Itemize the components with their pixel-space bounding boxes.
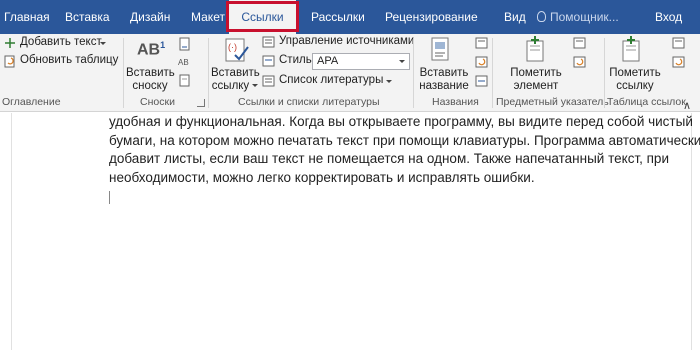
lightbulb-icon xyxy=(537,11,546,22)
mark-entry-label: Пометить элемент xyxy=(508,67,564,93)
insert-citation-label-line2: ссылку xyxy=(211,80,250,92)
tab-mailings[interactable]: Рассылки xyxy=(311,0,365,34)
group-separator xyxy=(208,38,209,108)
svg-text:(·): (·) xyxy=(228,42,237,52)
document-paragraph[interactable]: удобная и функциональная. Когда вы откры… xyxy=(109,113,700,187)
mark-citation-icon xyxy=(622,36,640,62)
update-table-icon xyxy=(4,55,15,68)
group-label-citations: Ссылки и списки литературы xyxy=(238,96,380,108)
collapse-ribbon-icon[interactable]: ∧ xyxy=(683,99,691,112)
tab-references[interactable]: Ссылки xyxy=(229,0,296,34)
chevron-down-icon xyxy=(399,60,405,63)
citation-style-select[interactable]: APA xyxy=(312,53,410,70)
document-line: необходимости, можно легко корректироват… xyxy=(109,169,535,185)
sign-in-link[interactable]: Вход xyxy=(655,0,682,34)
update-table-of-figures-icon[interactable] xyxy=(475,56,488,68)
tab-design[interactable]: Дизайн xyxy=(130,0,170,34)
tell-me-search[interactable]: Помощник... xyxy=(537,0,619,34)
tab-home[interactable]: Главная xyxy=(4,0,50,34)
group-separator xyxy=(604,38,605,108)
update-table-label: Обновить таблицу xyxy=(20,54,119,66)
group-label-footnotes: Сноски xyxy=(140,96,175,108)
chevron-down-icon xyxy=(100,42,106,45)
text-cursor xyxy=(109,191,110,204)
insert-caption-label: Вставить название xyxy=(418,67,470,93)
group-label-authorities: Таблица ссылок xyxy=(607,96,686,108)
mark-citation-label: Пометить ссылку xyxy=(606,67,664,93)
footnote-icon-text: AB xyxy=(137,41,161,59)
style-icon xyxy=(262,55,275,67)
add-text-icon xyxy=(5,38,15,48)
document-line: удобная и функциональная. Когда вы откры… xyxy=(109,114,693,129)
insert-index-icon[interactable] xyxy=(573,37,586,49)
chevron-down-icon xyxy=(386,80,392,83)
document-line: добавит листы, если ваш текст не помещае… xyxy=(109,151,669,166)
next-footnote-icon[interactable]: AB xyxy=(178,56,192,68)
insert-footnote-label-line2: сноску xyxy=(132,80,168,92)
insert-caption-icon xyxy=(431,37,449,61)
tell-me-label: Помощник... xyxy=(550,10,619,24)
mark-entry-icon xyxy=(526,36,544,62)
tab-insert[interactable]: Вставка xyxy=(65,0,110,34)
mark-entry-label-line2: элемент xyxy=(513,80,559,92)
document-area[interactable]: удобная и функциональная. Когда вы откры… xyxy=(0,113,700,350)
insert-citation-label-line2-wrap: ссылку xyxy=(211,80,259,93)
page-edge-right xyxy=(691,113,692,350)
footnote-icon: AB1 xyxy=(137,40,165,59)
tab-review[interactable]: Рецензирование xyxy=(385,0,478,34)
update-index-icon[interactable] xyxy=(573,56,586,68)
ribbon: Добавить текст Обновить таблицу Оглавлен… xyxy=(0,34,700,112)
insert-citation-label-line1: Вставить xyxy=(211,67,260,79)
tab-view[interactable]: Вид xyxy=(504,0,526,34)
group-label-captions: Названия xyxy=(432,96,479,108)
group-separator xyxy=(492,38,493,108)
mark-citation-label-line2: ссылку xyxy=(616,80,654,92)
page-edge-left xyxy=(11,113,12,350)
tab-layout[interactable]: Макет xyxy=(191,0,225,34)
citation-style-value: APA xyxy=(317,55,339,67)
footnotes-dialog-launcher[interactable] xyxy=(197,99,205,107)
mark-entry-label-line1: Пометить xyxy=(510,67,562,79)
svg-text:AB: AB xyxy=(178,58,189,67)
group-label-toc: Оглавление xyxy=(2,96,61,108)
style-label: Стиль: xyxy=(279,54,315,66)
footnote-icon-superscript: 1 xyxy=(160,40,166,50)
insert-citation-icon: (·) xyxy=(225,38,249,62)
update-table-of-authorities-icon[interactable] xyxy=(672,56,685,68)
document-line: бумаги, на котором можно печатать текст … xyxy=(109,132,700,148)
insert-footnote-label-line1: Вставить xyxy=(126,67,175,79)
group-separator xyxy=(123,38,124,108)
manage-sources-icon xyxy=(262,36,275,48)
group-label-index: Предметный указатель xyxy=(496,96,609,108)
mark-citation-label-line1: Пометить xyxy=(609,67,661,79)
ribbon-tab-bar: Главная Вставка Дизайн Макет Ссылки Расс… xyxy=(0,0,700,34)
insert-footnote-label: Вставить сноску xyxy=(126,67,175,93)
chevron-down-icon xyxy=(252,84,259,87)
bibliography-icon xyxy=(262,75,275,87)
manage-sources-label: Управление источниками xyxy=(279,35,415,47)
bibliography-label: Список литературы xyxy=(279,74,384,86)
cross-reference-icon[interactable] xyxy=(475,75,488,87)
add-text-label: Добавить текст xyxy=(20,36,102,48)
insert-table-of-figures-icon[interactable] xyxy=(475,37,488,49)
insert-endnote-icon[interactable] xyxy=(178,37,192,51)
insert-citation-label: Вставить ссылку xyxy=(211,67,260,93)
show-notes-icon[interactable] xyxy=(178,74,192,87)
insert-caption-label-line2: название xyxy=(419,80,469,92)
insert-table-of-authorities-icon[interactable] xyxy=(672,37,685,49)
group-separator xyxy=(413,38,414,108)
insert-caption-label-line1: Вставить xyxy=(419,67,469,79)
